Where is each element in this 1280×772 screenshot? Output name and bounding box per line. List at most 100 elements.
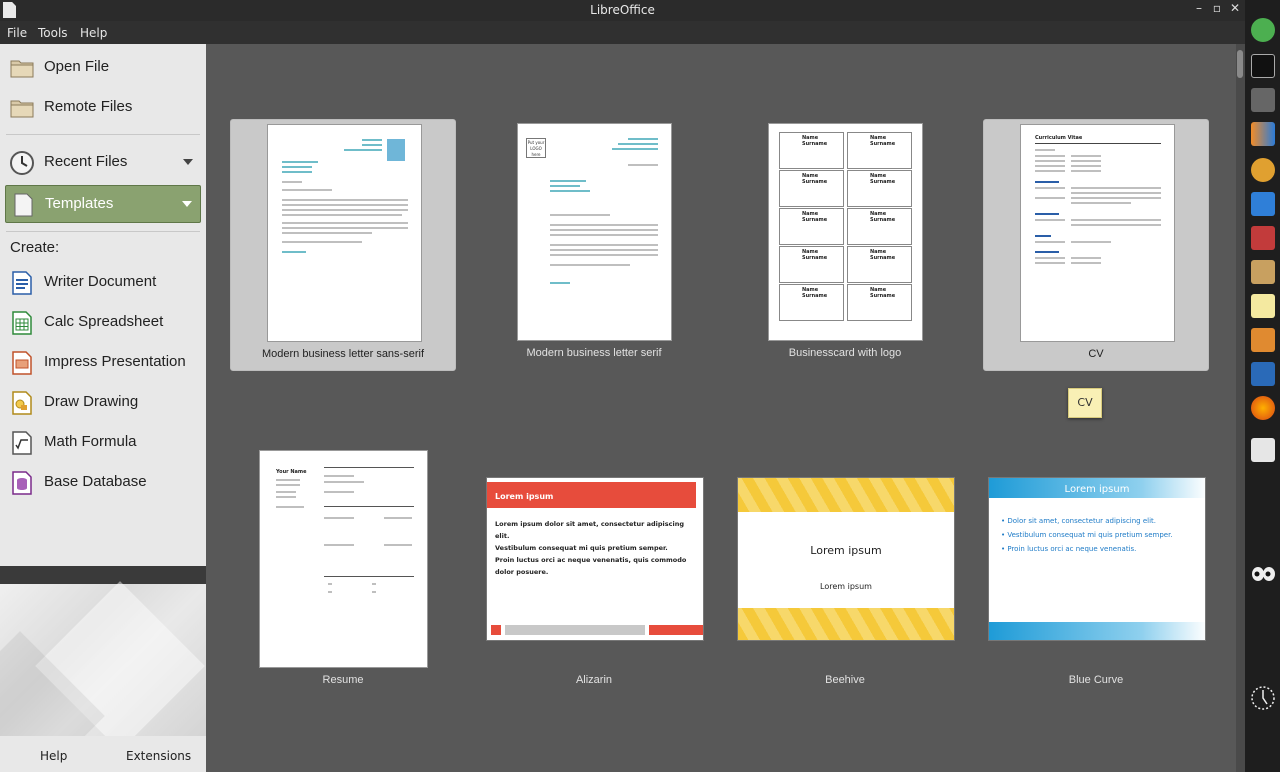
settings-icon[interactable] bbox=[1251, 88, 1275, 112]
impress-presentation-label: Impress Presentation bbox=[44, 353, 186, 370]
template-name: Businesscard with logo bbox=[788, 347, 902, 359]
template-icon bbox=[14, 193, 33, 217]
eyes-icon[interactable] bbox=[1251, 562, 1275, 586]
slide-bullet: • Vestibulum consequat mi quis pretium s… bbox=[1001, 531, 1173, 539]
impress-icon bbox=[12, 351, 32, 375]
remote-files-button[interactable]: Remote Files bbox=[5, 89, 201, 127]
template-tile[interactable]: Curriculum Vitae CV bbox=[983, 119, 1209, 371]
calc-spreadsheet-label: Calc Spreadsheet bbox=[44, 313, 164, 330]
remote-folder-icon bbox=[10, 100, 34, 118]
chevron-down-icon[interactable] bbox=[183, 159, 193, 165]
writer-app-icon[interactable] bbox=[1251, 362, 1275, 386]
template-name: Resume bbox=[322, 674, 364, 686]
menu-tools[interactable]: Tools bbox=[38, 26, 68, 40]
vertical-scrollbar[interactable] bbox=[1236, 44, 1245, 772]
slide-title: Lorem ipsum bbox=[495, 492, 554, 501]
template-tile[interactable]: Lorem ipsum Lorem ipsum Beehive bbox=[732, 446, 958, 698]
template-thumbnail: Put your LOGO here bbox=[517, 123, 672, 341]
template-tile[interactable]: Lorem ipsum Lorem ipsum dolor sit amet, … bbox=[481, 446, 707, 698]
extensions-link[interactable]: Extensions bbox=[126, 749, 191, 763]
template-tile[interactable]: Name Surname Name Surname Name Surname N… bbox=[732, 119, 958, 371]
home-icon[interactable] bbox=[1251, 192, 1275, 216]
base-database-label: Base Database bbox=[44, 473, 147, 490]
libreoffice-icon[interactable] bbox=[1251, 438, 1275, 462]
menu-file[interactable]: File bbox=[7, 26, 27, 40]
template-tile[interactable]: Modern business letter sans-serif bbox=[230, 119, 456, 371]
scrollbar-thumb[interactable] bbox=[1237, 50, 1243, 78]
card-name: Name Surname bbox=[802, 287, 828, 299]
menu-help[interactable]: Help bbox=[80, 26, 107, 40]
writer-document-label: Writer Document bbox=[44, 273, 157, 290]
close-button[interactable]: ✕ bbox=[1226, 1, 1244, 15]
slide-subtitle: Lorem ipsum bbox=[820, 582, 872, 591]
create-label: Create: bbox=[10, 239, 60, 256]
template-tile[interactable]: Lorem ipsum • Dolor sit amet, consectetu… bbox=[983, 446, 1209, 698]
templates-button[interactable]: Templates bbox=[5, 185, 201, 223]
text-editor-icon[interactable] bbox=[1251, 294, 1275, 318]
clock-icon[interactable] bbox=[1251, 686, 1275, 710]
slide-bullet-text: Dolor sit amet, consectetur adipiscing e… bbox=[1007, 517, 1157, 525]
help-link[interactable]: Help bbox=[40, 749, 67, 763]
template-thumbnail: Lorem ipsum Lorem ipsum dolor sit amet, … bbox=[486, 477, 704, 641]
card-name: Name Surname bbox=[870, 287, 896, 299]
template-thumbnail: Lorem ipsum Lorem ipsum bbox=[737, 477, 955, 641]
draw-drawing-label: Draw Drawing bbox=[44, 393, 139, 410]
draw-icon bbox=[12, 391, 32, 415]
remote-files-label: Remote Files bbox=[44, 98, 133, 115]
recent-files-label: Recent Files bbox=[44, 153, 128, 170]
archive-icon[interactable] bbox=[1251, 260, 1275, 284]
sidebar-divider bbox=[6, 231, 200, 232]
template-thumbnail: Name Surname Name Surname Name Surname N… bbox=[768, 123, 923, 341]
gimp-icon[interactable] bbox=[1251, 158, 1275, 182]
template-thumbnail: Lorem ipsum • Dolor sit amet, consectetu… bbox=[988, 477, 1206, 641]
base-database-button[interactable]: Base Database bbox=[5, 464, 201, 502]
calc-spreadsheet-button[interactable]: Calc Spreadsheet bbox=[5, 304, 201, 342]
card-name: Name Surname bbox=[802, 135, 828, 147]
card-name: Name Surname bbox=[802, 249, 828, 261]
screenshot-icon[interactable] bbox=[1251, 226, 1275, 250]
sidebar-decoration bbox=[0, 566, 206, 736]
menu-bar: File Tools Help bbox=[0, 21, 1245, 44]
start-center-sidebar: Open File Remote Files Recent Files Temp… bbox=[0, 44, 206, 772]
gecko-icon[interactable] bbox=[1251, 18, 1275, 42]
writer-icon bbox=[12, 271, 32, 295]
impress-presentation-button[interactable]: Impress Presentation bbox=[5, 344, 201, 382]
template-tile[interactable]: Your Name Resume bbox=[230, 446, 456, 698]
card-name: Name Surname bbox=[870, 249, 896, 261]
window-titlebar: LibreOffice – ▫ ✕ bbox=[0, 0, 1245, 21]
impress-app-icon[interactable] bbox=[1251, 328, 1275, 352]
slide-bullet-text: Proin luctus orci ac neque venenatis. bbox=[1007, 545, 1137, 553]
clock-icon bbox=[10, 151, 34, 175]
maximize-button[interactable]: ▫ bbox=[1208, 1, 1226, 15]
card-name: Name Surname bbox=[870, 173, 896, 185]
slide-bullet: Lorem ipsum dolor sit amet, consectetur … bbox=[495, 520, 684, 540]
calc-icon bbox=[12, 311, 32, 335]
minimize-button[interactable]: – bbox=[1190, 1, 1208, 15]
firefox-icon[interactable] bbox=[1251, 396, 1275, 420]
template-thumbnail bbox=[267, 124, 422, 342]
resume-name: Your Name bbox=[276, 469, 307, 475]
draw-drawing-button[interactable]: Draw Drawing bbox=[5, 384, 201, 422]
window-title: LibreOffice bbox=[590, 3, 655, 17]
open-file-button[interactable]: Open File bbox=[5, 49, 201, 87]
math-formula-button[interactable]: Math Formula bbox=[5, 424, 201, 462]
chevron-down-icon[interactable] bbox=[182, 201, 192, 207]
template-thumbnail: Your Name bbox=[259, 450, 428, 668]
recent-files-button[interactable]: Recent Files bbox=[5, 144, 201, 182]
templates-label: Templates bbox=[45, 195, 114, 212]
template-tile[interactable]: Put your LOGO here Modern business lette… bbox=[481, 119, 707, 371]
slide-bullet: • Dolor sit amet, consectetur adipiscing… bbox=[1001, 517, 1157, 525]
template-name: CV bbox=[1088, 348, 1104, 360]
cv-title: Curriculum Vitae bbox=[1035, 135, 1083, 141]
logo-placeholder-line: here bbox=[531, 152, 541, 157]
slide-title: Lorem ipsum bbox=[1064, 484, 1130, 495]
terminal-icon[interactable] bbox=[1251, 54, 1275, 78]
app-icon[interactable] bbox=[1251, 122, 1275, 146]
template-name: Modern business letter sans-serif bbox=[261, 348, 424, 360]
card-name: Name Surname bbox=[802, 211, 828, 223]
slide-title: Lorem ipsum bbox=[810, 544, 882, 557]
base-icon bbox=[12, 471, 32, 495]
writer-document-button[interactable]: Writer Document bbox=[5, 264, 201, 302]
math-icon bbox=[12, 431, 32, 455]
template-name: Alizarin bbox=[575, 674, 613, 686]
